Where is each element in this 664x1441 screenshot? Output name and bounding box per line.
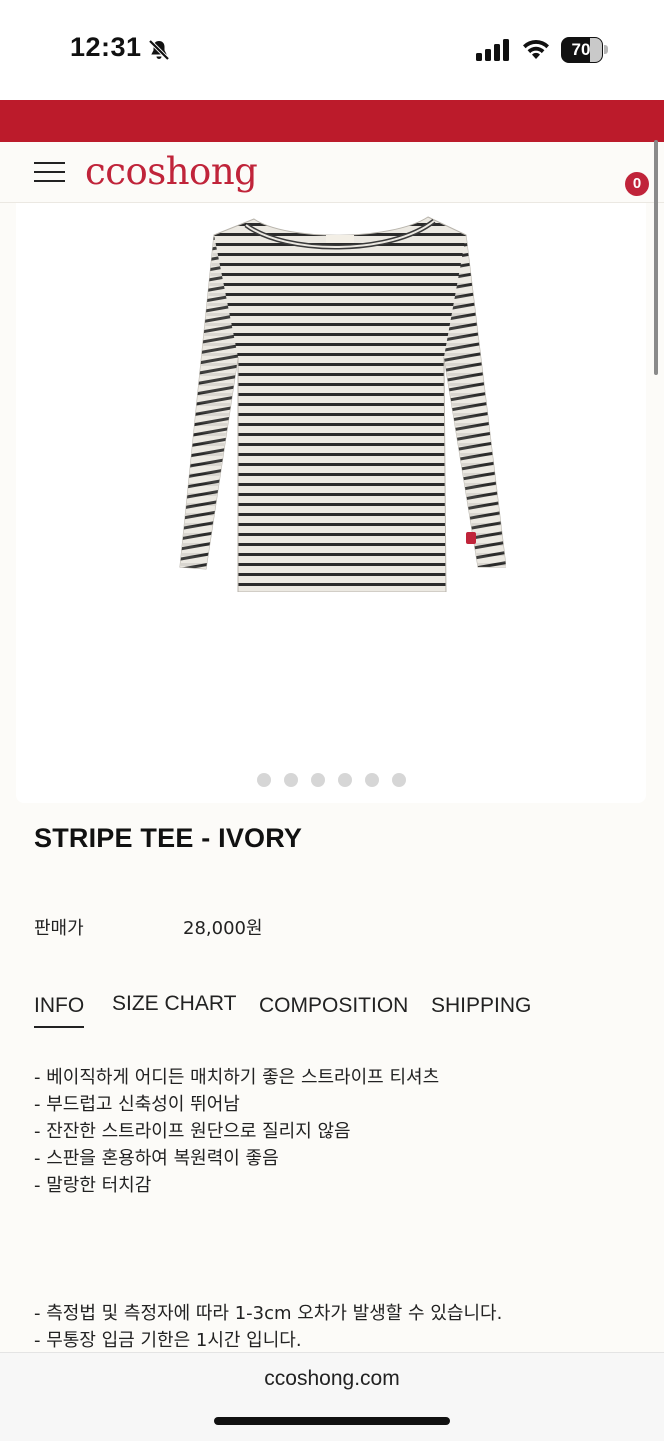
tab-composition[interactable]: COMPOSITION	[259, 994, 408, 1026]
hamburger-menu-icon[interactable]	[34, 162, 65, 184]
cellular-signal-icon	[476, 39, 509, 61]
description-line: - 스판을 혼용하여 복원력이 좋음	[34, 1148, 279, 1169]
description-line: - 말랑한 터치감	[34, 1175, 152, 1196]
battery-icon: 70	[561, 37, 609, 63]
product-description: - 베이직하게 어디든 매치하기 좋은 스트라이프 티셔츠 - 부드럽고 신축성…	[34, 1064, 439, 1199]
price-label: 판매가	[34, 918, 84, 939]
scrollbar[interactable]	[654, 140, 658, 375]
carousel-dot[interactable]	[364, 773, 379, 787]
carousel-dot[interactable]	[391, 773, 406, 787]
tab-shipping[interactable]: SHIPPING	[431, 994, 531, 1026]
note-line: - 측정법 및 측정자에 따라 1-3cm 오차가 발생할 수 있습니다.	[34, 1303, 503, 1324]
promo-banner[interactable]	[0, 100, 664, 142]
carousel-dot[interactable]	[256, 773, 271, 787]
url-text[interactable]: ccoshong.com	[0, 1367, 664, 1391]
tab-info[interactable]: INFO	[34, 994, 85, 1028]
wifi-icon	[523, 40, 549, 59]
description-line: - 베이직하게 어디든 매치하기 좋은 스트라이프 티셔츠	[34, 1067, 440, 1088]
product-notes: - 측정법 및 측정자에 따라 1-3cm 오차가 발생할 수 있습니다. - …	[34, 1300, 502, 1354]
striped-long-sleeve-tee-image	[179, 216, 506, 592]
price-value: 28,000원	[183, 918, 263, 939]
status-time: 12:31	[70, 32, 142, 62]
bell-slash-icon	[148, 39, 170, 61]
carousel-dot[interactable]	[283, 773, 298, 787]
product-image-carousel[interactable]	[16, 203, 646, 803]
battery-level: 70	[571, 40, 591, 59]
site-header: ccoshong 0	[0, 142, 664, 203]
browser-address-bar[interactable]: ccoshong.com	[0, 1352, 664, 1441]
status-bar: 12:31 70	[0, 0, 664, 100]
battery-tip	[604, 45, 608, 54]
carousel-dot[interactable]	[337, 773, 352, 787]
site-logo[interactable]: ccoshong	[85, 150, 258, 193]
tab-size-chart[interactable]: SIZE CHART	[112, 992, 236, 1024]
cart-count-badge[interactable]: 0	[625, 172, 649, 196]
product-title: STRIPE TEE - IVORY	[34, 823, 303, 853]
description-line: - 부드럽고 신축성이 뛰어남	[34, 1094, 240, 1115]
note-line: - 무통장 입금 기한은 1시간 입니다.	[34, 1330, 302, 1351]
home-indicator[interactable]	[214, 1417, 450, 1425]
carousel-dot[interactable]	[310, 773, 325, 787]
carousel-dots	[16, 773, 646, 787]
description-line: - 잔잔한 스트라이프 원단으로 질리지 않음	[34, 1121, 351, 1142]
